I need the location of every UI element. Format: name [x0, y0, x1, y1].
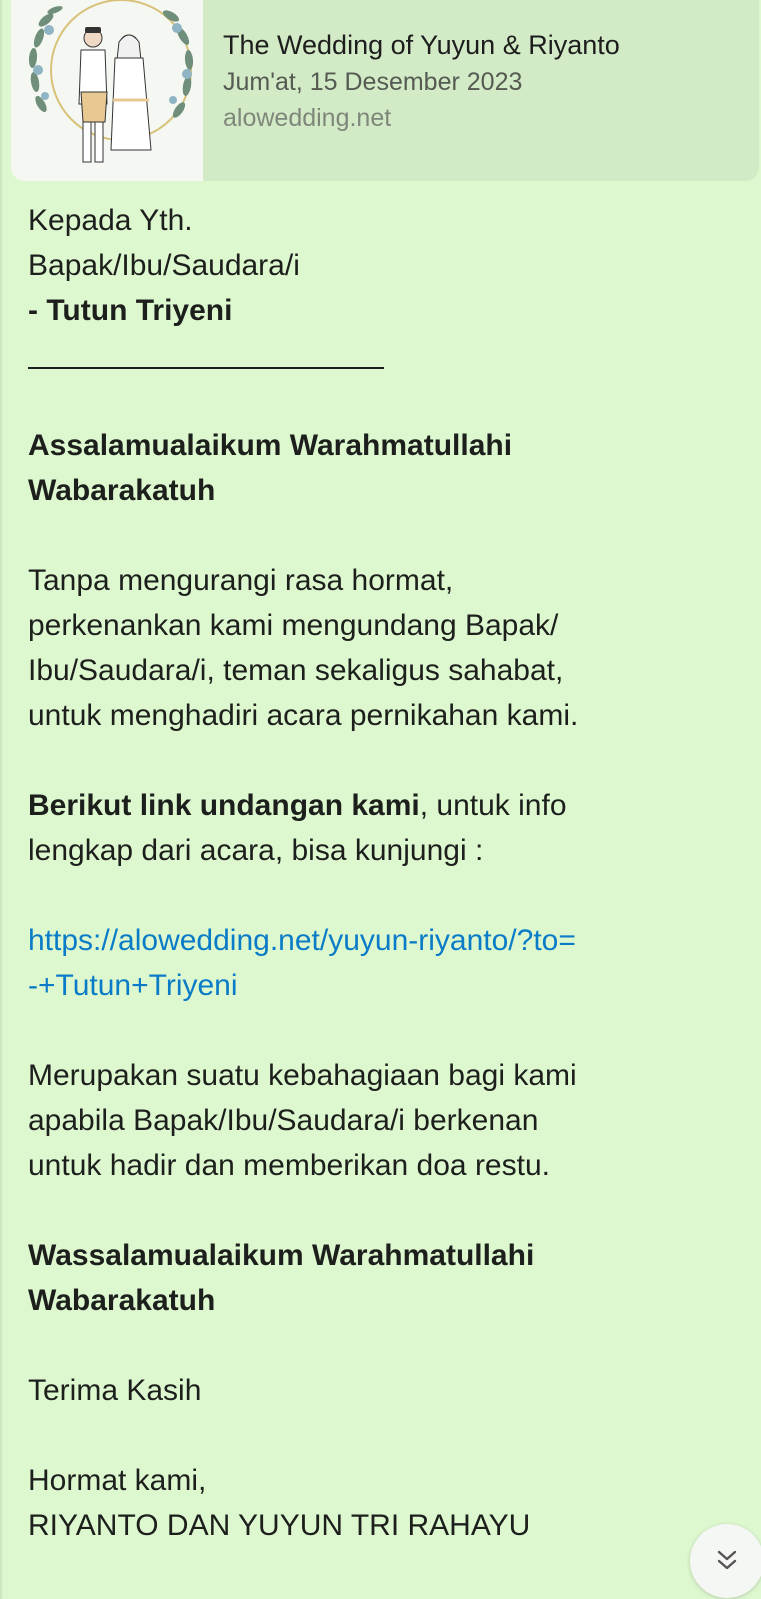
paragraph-line: lengkap dari acara, bisa kunjungi :: [28, 834, 484, 867]
message-body: Kepada Yth. Bapak/Ibu/Saudara/i - Tutun …: [28, 198, 752, 1548]
opening-salam: Wabarakatuh: [28, 474, 216, 507]
greeting-line: Kepada Yth.: [28, 204, 193, 237]
paragraph-line: Berikut link undangan kami, untuk info: [28, 783, 752, 828]
couple-illustration-icon: [11, 0, 203, 181]
paragraph-line: apabila Bapak/Ibu/Saudara/i berkenan: [28, 1104, 539, 1137]
divider: [28, 333, 752, 378]
invitation-link-label: Berikut link undangan kami: [28, 789, 420, 822]
double-chevron-down-icon: [717, 1550, 737, 1570]
greeting-line: Bapak/Ibu/Saudara/i: [28, 249, 300, 282]
paragraph-line: Merupakan suatu kebahagiaan bagi kami: [28, 1059, 577, 1092]
closing-text: Hormat kami,: [28, 1464, 207, 1497]
preview-title: The Wedding of Yuyun & Riyanto: [223, 30, 620, 60]
bubble-left-edge: [0, 0, 2, 1599]
invitation-link[interactable]: https://alowedding.net/yuyun-riyanto/?to…: [28, 918, 752, 963]
opening-salam: Assalamualaikum Warahmatullahi: [28, 429, 513, 462]
thanks-text: Terima Kasih: [28, 1374, 202, 1407]
recipient-name: - Tutun Triyeni: [28, 294, 233, 327]
paragraph-line: untuk menghadiri acara pernikahan kami.: [28, 699, 579, 732]
closing-salam: Wassalamualaikum Warahmatullahi: [28, 1239, 535, 1272]
preview-domain: alowedding.net: [223, 104, 392, 132]
link-preview-card[interactable]: The Wedding of Yuyun & Riyanto Jum'at, 1…: [11, 0, 759, 181]
link-preview-text: The Wedding of Yuyun & Riyanto Jum'at, 1…: [223, 28, 747, 134]
paragraph-line: Tanpa mengurangi rasa hormat,: [28, 564, 454, 597]
signature-text: RIYANTO DAN YUYUN TRI RAHAYU: [28, 1509, 531, 1542]
scroll-to-bottom-button[interactable]: [690, 1524, 761, 1598]
invitation-link[interactable]: -+Tutun+Triyeni: [28, 963, 752, 1008]
paragraph-text: , untuk info: [419, 789, 567, 822]
closing-salam: Wabarakatuh: [28, 1284, 216, 1317]
paragraph-line: Ibu/Saudara/i, teman sekaligus sahabat,: [28, 654, 564, 687]
preview-date: Jum'at, 15 Desember 2023: [223, 68, 523, 96]
paragraph-line: perkenankan kami mengundang Bapak/: [28, 609, 559, 642]
paragraph-line: untuk hadir dan memberikan doa restu.: [28, 1149, 550, 1182]
